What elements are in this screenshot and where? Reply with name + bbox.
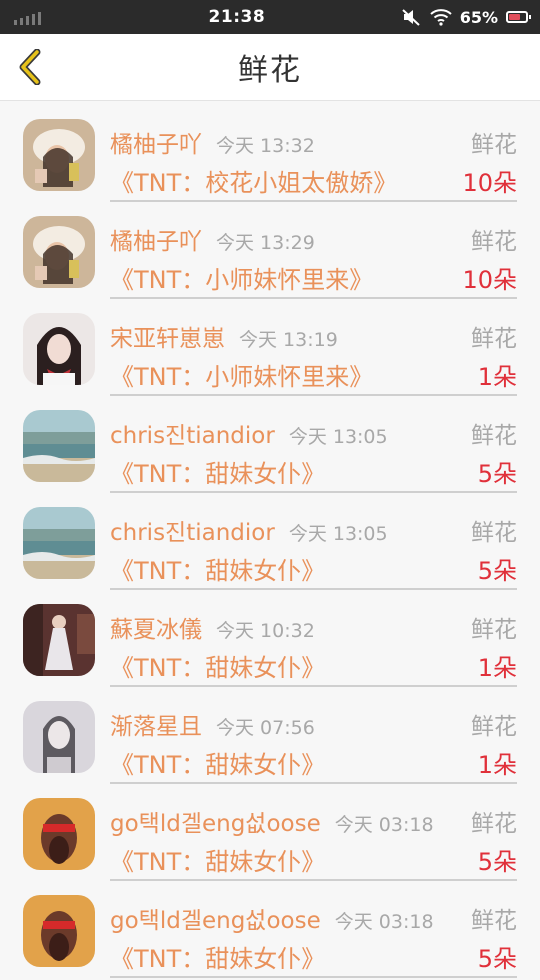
sender-name[interactable]: go택ld겔eng섮oose <box>110 811 321 837</box>
avatar[interactable] <box>23 119 95 191</box>
avatar[interactable] <box>23 798 95 870</box>
timestamp: 今天 13:29 <box>216 232 315 254</box>
page-title: 鲜花 <box>238 53 302 88</box>
gift-count: 1朵 <box>477 751 517 779</box>
gift-type: 鲜花 <box>471 714 517 740</box>
gift-type: 鲜花 <box>471 326 517 352</box>
list-item[interactable]: 蘇夏冰儀 今天 10:32 鲜花 《TNT：甜妹女仆》 1朵 <box>0 592 540 689</box>
gift-count: 5朵 <box>477 848 517 876</box>
sender-name[interactable]: go택ld겔eng섮oose <box>110 908 321 934</box>
work-title[interactable]: 《TNT：甜妹女仆》 <box>110 460 325 488</box>
gift-count: 1朵 <box>477 654 517 682</box>
gift-count: 10朵 <box>462 266 517 294</box>
timestamp: 今天 07:56 <box>216 717 315 739</box>
timestamp: 今天 13:19 <box>239 329 338 351</box>
sender-name[interactable]: chris진tiandior <box>110 423 275 449</box>
work-title[interactable]: 《TNT：甜妹女仆》 <box>110 848 325 876</box>
sender-name[interactable]: 橘柚子吖 <box>110 229 202 255</box>
avatar[interactable] <box>23 507 95 579</box>
wifi-icon <box>430 9 452 26</box>
mute-icon <box>402 9 420 26</box>
work-title[interactable]: 《TNT：小师妹怀里来》 <box>110 363 373 391</box>
work-title[interactable]: 《TNT：甜妹女仆》 <box>110 654 325 682</box>
sender-name[interactable]: chris진tiandior <box>110 520 275 546</box>
work-title[interactable]: 《TNT：甜妹女仆》 <box>110 945 325 973</box>
gift-type: 鲜花 <box>471 617 517 643</box>
battery-percent: 65% <box>459 7 498 27</box>
sender-name[interactable]: 蘇夏冰儀 <box>110 617 202 643</box>
list-item[interactable]: 渐落星且 今天 07:56 鲜花 《TNT：甜妹女仆》 1朵 <box>0 689 540 786</box>
gift-list: 橘柚子吖 今天 13:32 鲜花 《TNT：校花小姐太傲娇》 10朵 橘柚子吖 今天 1… <box>0 101 540 980</box>
nav-bar: 鲜花 <box>0 34 540 101</box>
status-bar: 21:38 65% <box>0 0 540 34</box>
status-time: 21:38 <box>208 7 266 27</box>
sender-name[interactable]: 橘柚子吖 <box>110 132 202 158</box>
list-item[interactable]: go택ld겔eng섮oose 今天 03:18 鲜花 《TNT：甜妹女仆》 5朵 <box>0 786 540 883</box>
gift-type: 鲜花 <box>471 423 517 449</box>
gift-type: 鲜花 <box>471 520 517 546</box>
avatar[interactable] <box>23 410 95 482</box>
gift-type: 鲜花 <box>471 908 517 934</box>
list-item[interactable]: 宋亚轩崽崽 今天 13:19 鲜花 《TNT：小师妹怀里来》 1朵 <box>0 301 540 398</box>
timestamp: 今天 13:32 <box>216 135 315 157</box>
battery-icon <box>505 11 531 23</box>
sender-name[interactable]: 宋亚轩崽崽 <box>110 326 225 352</box>
gift-type: 鲜花 <box>471 132 517 158</box>
list-item[interactable]: go택ld겔eng섮oose 今天 03:18 鲜花 《TNT：甜妹女仆》 5朵 <box>0 883 540 980</box>
work-title[interactable]: 《TNT：校花小姐太傲娇》 <box>110 169 397 197</box>
timestamp: 今天 13:05 <box>288 426 388 448</box>
gift-count: 10朵 <box>462 169 517 197</box>
list-item[interactable]: chris진tiandior 今天 13:05 鲜花 《TNT：甜妹女仆》 5朵 <box>0 495 540 592</box>
list-item[interactable]: 橘柚子吖 今天 13:32 鲜花 《TNT：校花小姐太傲娇》 10朵 <box>0 107 540 204</box>
timestamp: 今天 03:18 <box>334 911 434 933</box>
gift-count: 1朵 <box>477 363 517 391</box>
avatar[interactable] <box>23 216 95 288</box>
work-title[interactable]: 《TNT：小师妹怀里来》 <box>110 266 373 294</box>
gift-count: 5朵 <box>477 945 517 973</box>
work-title[interactable]: 《TNT：甜妹女仆》 <box>110 751 325 779</box>
avatar[interactable] <box>23 313 95 385</box>
list-item[interactable]: chris진tiandior 今天 13:05 鲜花 《TNT：甜妹女仆》 5朵 <box>0 398 540 495</box>
avatar[interactable] <box>23 895 95 967</box>
avatar[interactable] <box>23 604 95 676</box>
gift-type: 鲜花 <box>471 811 517 837</box>
list-item[interactable]: 橘柚子吖 今天 13:29 鲜花 《TNT：小师妹怀里来》 10朵 <box>0 204 540 301</box>
sender-name[interactable]: 渐落星且 <box>110 714 202 740</box>
work-title[interactable]: 《TNT：甜妹女仆》 <box>110 557 325 585</box>
timestamp: 今天 10:32 <box>216 620 315 642</box>
avatar[interactable] <box>23 701 95 773</box>
back-button[interactable] <box>12 49 48 85</box>
timestamp: 今天 13:05 <box>288 523 388 545</box>
gift-type: 鲜花 <box>471 229 517 255</box>
signal-icon <box>14 9 74 25</box>
gift-count: 5朵 <box>477 557 517 585</box>
chevron-left-icon <box>19 49 41 85</box>
gift-count: 5朵 <box>477 460 517 488</box>
timestamp: 今天 03:18 <box>334 814 434 836</box>
